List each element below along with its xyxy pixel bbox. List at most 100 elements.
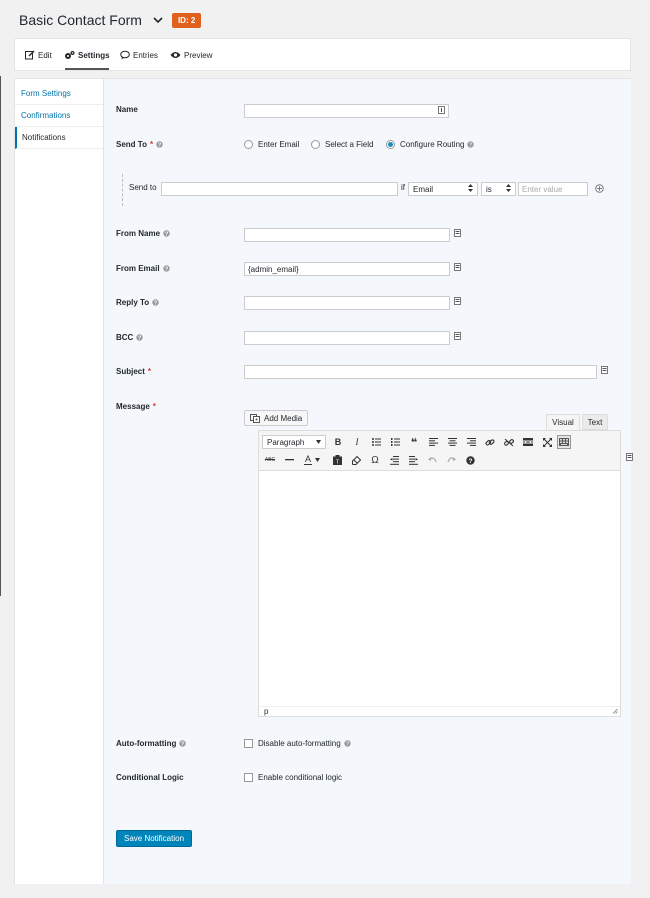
align-right-icon[interactable]	[464, 435, 478, 449]
help-icon[interactable]: ?	[179, 740, 187, 747]
notification-form: Name Send To * ? Enter Email Select a Fie…	[103, 79, 634, 884]
align-center-icon[interactable]	[445, 435, 459, 449]
reply-to-input[interactable]	[244, 296, 450, 310]
italic-icon[interactable]: I	[350, 435, 364, 449]
routing-divider	[122, 174, 123, 206]
bold-icon[interactable]: B	[331, 435, 345, 449]
merge-tag-icon[interactable]	[601, 366, 609, 374]
tab-preview-label: Preview	[184, 50, 213, 60]
add-media-button[interactable]: Add Media	[244, 410, 309, 426]
special-character-icon[interactable]: Ω	[368, 453, 382, 467]
tab-text[interactable]: Text	[582, 414, 608, 430]
help-icon[interactable]: ?	[467, 141, 475, 149]
tab-edit[interactable]: Edit	[25, 39, 52, 71]
name-input[interactable]	[244, 104, 449, 118]
from-email-input[interactable]: {admin_email}	[244, 262, 450, 276]
add-media-label: Add Media	[264, 413, 303, 423]
gear-icon	[65, 51, 75, 59]
merge-tag-icon[interactable]	[454, 263, 462, 271]
routing-value-input[interactable]: Enter value	[518, 182, 588, 196]
window-edge	[0, 76, 1, 596]
form-id-badge: ID: 2	[171, 12, 202, 28]
paragraph-format-select[interactable]: Paragraph	[262, 435, 326, 449]
subject-label: Subject *	[116, 367, 152, 376]
reply-to-label: Reply To ?	[116, 298, 159, 307]
radio-select-field[interactable]: Select a Field	[311, 140, 373, 149]
active-tab-indicator	[65, 68, 109, 70]
enable-conditional-logic-checkbox[interactable]: Enable conditional logic	[244, 773, 342, 782]
tab-visual[interactable]: Visual	[546, 414, 580, 430]
from-name-input[interactable]	[244, 228, 450, 242]
tab-preview[interactable]: Preview	[170, 39, 212, 71]
merge-tag-icon[interactable]	[454, 332, 462, 340]
form-title-row: Basic Contact Form ID: 2	[19, 10, 202, 30]
keyboard-shortcuts-icon[interactable]: ?	[463, 453, 477, 467]
radio-enter-email[interactable]: Enter Email	[244, 140, 299, 149]
help-icon[interactable]: ?	[344, 740, 351, 747]
merge-tag-icon[interactable]	[454, 297, 462, 305]
disable-autoformat-checkbox[interactable]: Disable auto-formatting ?	[244, 739, 351, 748]
help-icon[interactable]: ?	[156, 141, 163, 148]
form-toolbar: Edit Settings Entries Preview	[14, 38, 631, 71]
tab-settings[interactable]: Settings	[64, 39, 110, 71]
unlink-icon[interactable]	[502, 435, 516, 449]
routing-email-input[interactable]	[161, 182, 398, 196]
text-color-icon[interactable]: A	[301, 453, 323, 467]
help-icon[interactable]: ?	[162, 265, 170, 272]
numbered-list-icon[interactable]	[388, 435, 402, 449]
edit-icon	[25, 50, 35, 60]
toolbar-toggle-icon[interactable]	[557, 435, 571, 449]
clear-formatting-icon[interactable]	[349, 453, 363, 467]
add-rule-icon[interactable]	[595, 184, 604, 195]
read-more-icon[interactable]	[521, 435, 535, 449]
indent-icon[interactable]	[406, 453, 420, 467]
sidebar-item-notifications[interactable]: Notifications	[15, 127, 103, 149]
help-icon[interactable]: ?	[136, 334, 144, 341]
undo-icon[interactable]	[425, 453, 439, 467]
align-left-icon[interactable]	[426, 435, 440, 449]
sidebar-item-confirmations[interactable]: Confirmations	[15, 105, 103, 127]
radio-configure-routing[interactable]: Configure Routing ?	[386, 140, 475, 149]
message-editor[interactable]: Paragraph B I ❝ ABC A T Ω ? p	[258, 430, 621, 717]
name-label: Name	[116, 105, 138, 114]
horizontal-line-icon[interactable]	[282, 453, 296, 467]
radio-button[interactable]	[244, 140, 253, 149]
save-notification-button[interactable]: Save Notification	[116, 830, 193, 847]
routing-field-select[interactable]: Email	[408, 182, 478, 196]
radio-button-selected[interactable]	[386, 140, 395, 149]
routing-operator-select[interactable]: is	[481, 182, 516, 196]
help-icon[interactable]: ?	[163, 230, 170, 237]
merge-tag-icon[interactable]	[438, 106, 445, 116]
merge-tag-icon[interactable]	[454, 229, 462, 237]
redo-icon[interactable]	[444, 453, 458, 467]
help-icon[interactable]: ?	[152, 299, 159, 306]
svg-text:?: ?	[469, 143, 472, 149]
sidebar-item-form-settings[interactable]: Form Settings	[15, 83, 103, 105]
tab-settings-label: Settings	[78, 50, 110, 60]
editor-path-status: p	[259, 706, 620, 716]
eye-icon	[170, 52, 181, 58]
checkbox[interactable]	[244, 773, 253, 782]
message-label: Message *	[116, 402, 156, 411]
chevron-down-icon[interactable]	[152, 14, 164, 26]
sidebar-item-label: Confirmations	[21, 111, 71, 120]
resize-handle-icon[interactable]	[612, 707, 618, 716]
bullet-list-icon[interactable]	[369, 435, 383, 449]
paste-text-icon[interactable]: T	[330, 453, 344, 467]
from-name-label: From Name ?	[116, 229, 170, 238]
radio-button[interactable]	[311, 140, 320, 149]
merge-tag-icon[interactable]	[626, 453, 634, 461]
settings-sidebar: Form Settings Confirmations Notification…	[15, 79, 103, 884]
fullscreen-icon[interactable]	[540, 435, 554, 449]
bcc-input[interactable]	[244, 331, 450, 345]
outdent-icon[interactable]	[387, 453, 401, 467]
tab-entries[interactable]: Entries	[120, 39, 158, 71]
checkbox[interactable]	[244, 739, 253, 748]
strikethrough-icon[interactable]: ABC	[263, 453, 277, 467]
link-icon[interactable]	[483, 435, 497, 449]
send-to-label: Send To * ?	[116, 140, 163, 149]
blockquote-icon[interactable]: ❝	[407, 435, 421, 449]
routing-if-label: if	[401, 183, 405, 192]
comment-icon	[120, 50, 130, 60]
subject-input[interactable]	[244, 365, 597, 379]
